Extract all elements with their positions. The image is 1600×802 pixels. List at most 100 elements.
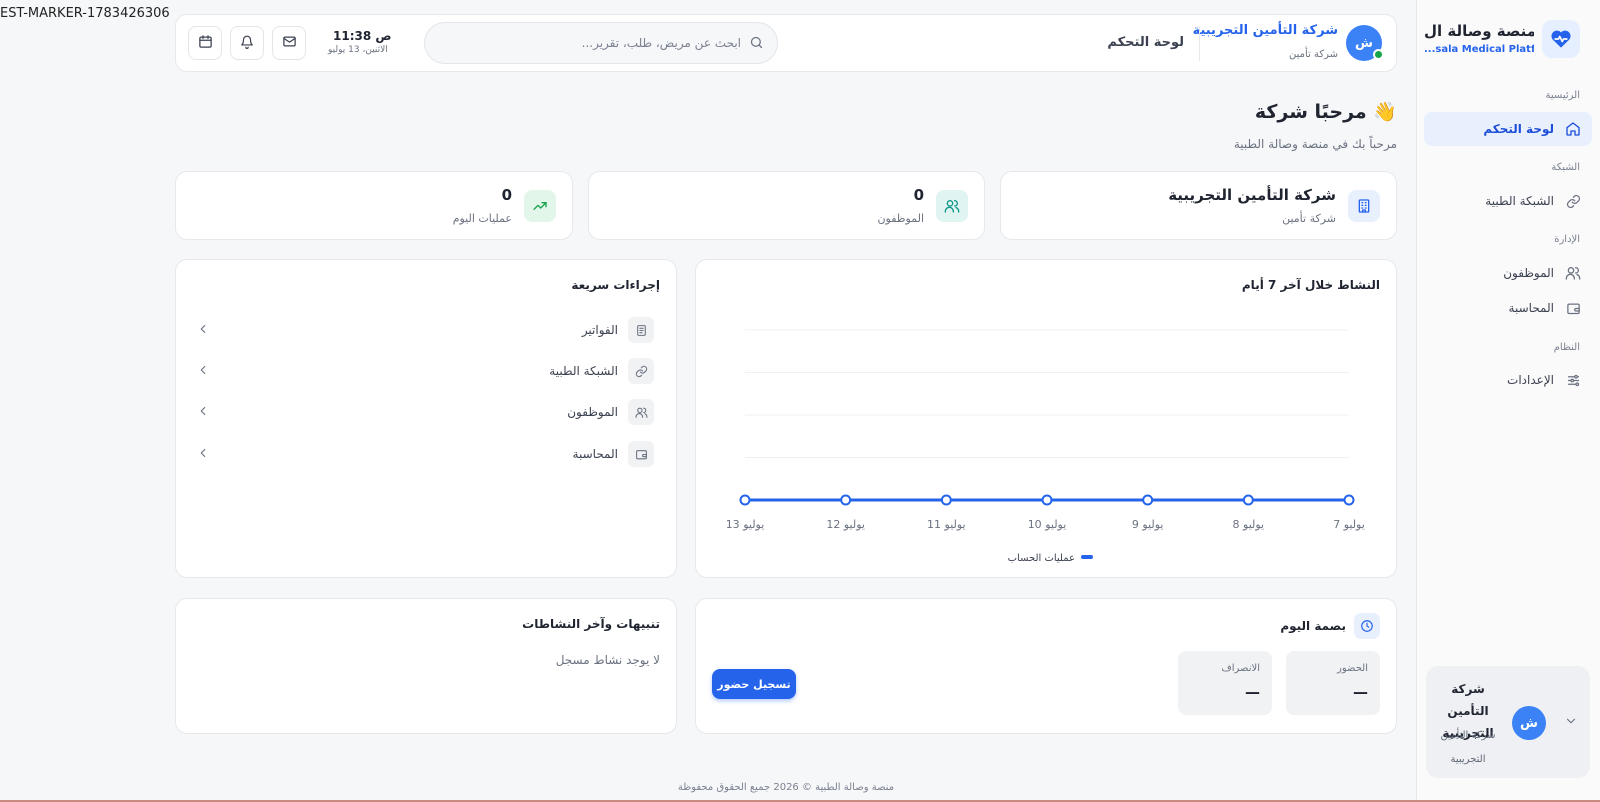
quick-action-label: المحاسبة [572, 447, 618, 461]
sidebar-item-label: الموظفون [1503, 266, 1554, 280]
brand-name: منصة وصالة ال... [1424, 22, 1534, 40]
online-status-dot [1373, 49, 1384, 60]
sidebar-item-label: الشبكة الطبية [1485, 194, 1554, 208]
stat-value: شركة التأمين التجريبية [1168, 186, 1336, 204]
sidebar-item-medical-network[interactable]: الشبكة الطبية [1424, 184, 1592, 218]
notifications-button[interactable] [230, 26, 264, 60]
chevron-left-icon [196, 322, 212, 338]
check-out-box: الانصراف — [1178, 651, 1272, 715]
notifications-card: تنبيهات وآخر النشاطات لا يوجد نشاط مسجل [175, 598, 677, 734]
stat-value: 0 [913, 186, 924, 204]
top-header: ش شركة التأمين التجريبية شركة تأمين لوحة… [175, 14, 1397, 72]
quick-action-medical-network[interactable]: الشبكة الطبية [196, 357, 654, 385]
nav-section-home: الرئيسية [1545, 90, 1580, 101]
x-tick-label: 7 يوليو [1333, 518, 1365, 531]
header-company-name: شركة التأمين التجريبية [1192, 23, 1338, 38]
mail-icon [282, 34, 297, 52]
sidebar-item-label: المحاسبة [1508, 301, 1554, 315]
home-icon [1564, 120, 1582, 138]
link-icon [1564, 192, 1582, 210]
check-in-label: الحضور [1337, 663, 1368, 674]
search-input[interactable] [441, 36, 741, 50]
stat-label: الموظفون [877, 212, 924, 225]
quick-action-label: الموظفون [567, 405, 618, 419]
chevron-left-icon [196, 446, 212, 462]
wallet-icon [1564, 299, 1582, 317]
user-role: شركة التأمين التجريبية [1440, 730, 1496, 765]
clock-icon [1354, 613, 1380, 639]
notifications-title: تنبيهات وآخر النشاطات [522, 617, 660, 631]
welcome-subtitle: مرحباً بك في منصة وصالة الطبية [1233, 137, 1397, 151]
check-out-label: الانصراف [1221, 663, 1260, 674]
attendance-title: بصمة اليوم [1280, 619, 1346, 633]
clock-time: 11:38 ص [333, 29, 392, 43]
check-in-value: — [1353, 683, 1368, 701]
sidebar-item-accounting[interactable]: المحاسبة [1424, 291, 1592, 325]
x-tick-label: 9 يوليو [1132, 518, 1164, 531]
data-point [739, 494, 751, 506]
chevron-down-icon[interactable] [1564, 714, 1580, 730]
user-card[interactable]: ش شركة التأمين التجريبية شركة التأمين ال… [1426, 666, 1590, 778]
quick-action-invoices[interactable]: الفواتير [196, 316, 654, 344]
building-icon [1348, 190, 1380, 222]
document-icon [628, 317, 654, 343]
header-divider [1199, 27, 1200, 61]
activity-chart-card: النشاط خلال آخر 7 أيام 7 يوليو 8 يوليو 9 ي… [695, 259, 1397, 578]
search-bar[interactable] [424, 22, 778, 64]
quick-action-accounting[interactable]: المحاسبة [196, 440, 654, 468]
check-in-box: الحضور — [1286, 651, 1380, 715]
users-icon [936, 190, 968, 222]
activity-line-chart: 7 يوليو 8 يوليو 9 يوليو 10 يوليو 11 يوليو 12 … [726, 329, 1365, 564]
test-marker: EST-MARKER-1783426306 [0, 6, 170, 21]
quick-actions-title: إجراءات سريعة [571, 278, 660, 292]
x-tick-label: 10 يوليو [1028, 518, 1067, 531]
wallet-icon [628, 441, 654, 467]
x-tick-label: 13 يوليو [726, 518, 765, 531]
footer-copyright: منصة وصالة الطبية © 2026 جميع الحقوق محف… [677, 782, 895, 793]
sidebar-item-label: لوحة التحكم [1483, 122, 1554, 136]
notifications-empty-text: لا يوجد نشاط مسجل [555, 653, 660, 667]
sidebar-item-dashboard[interactable]: لوحة التحكم [1424, 112, 1592, 146]
page-title: لوحة التحكم [1107, 35, 1184, 50]
attendance-card: بصمة اليوم الحضور — الانصراف — تسجيل حضو… [695, 598, 1397, 734]
heart-pulse-icon [1542, 20, 1580, 58]
calendar-button[interactable] [188, 26, 222, 60]
chevron-left-icon [196, 404, 212, 420]
users-icon [628, 399, 654, 425]
stat-card-company: شركة التأمين التجريبية شركة تأمين [1000, 171, 1397, 240]
legend-swatch [1081, 555, 1093, 559]
data-point [840, 494, 852, 506]
bell-icon [240, 35, 254, 52]
stat-value: 0 [501, 186, 512, 204]
quick-actions-card: إجراءات سريعة الفواتير الشبكة الطبية الم… [175, 259, 677, 578]
check-in-button[interactable]: تسجيل حضور [712, 669, 796, 699]
brand-subtitle: ...sala Medical Platform [1424, 44, 1534, 55]
nav-section-management: الإدارة [1554, 234, 1580, 245]
sliders-icon [1564, 371, 1582, 389]
welcome-title: مرحبًا شركة 👋 [1255, 100, 1397, 123]
x-tick-label: 11 يوليو [927, 518, 966, 531]
waving-hand-icon: 👋 [1373, 101, 1397, 123]
quick-action-label: الفواتير [581, 323, 618, 337]
welcome-title-text: مرحبًا شركة [1254, 101, 1367, 123]
quick-action-label: الشبكة الطبية [549, 364, 618, 378]
quick-action-employees[interactable]: الموظفون [196, 398, 654, 426]
stat-card-today-operations: 0 عمليات اليوم [175, 171, 573, 240]
chevron-left-icon [196, 363, 212, 379]
check-out-value: — [1245, 683, 1260, 701]
calendar-icon [198, 34, 213, 52]
brand[interactable]: منصة وصالة ال... ...sala Medical Platfor… [1420, 20, 1590, 64]
trending-up-icon [524, 190, 556, 222]
clock-date: الاثنين، 13 يوليو [328, 45, 388, 55]
avatar: ش [1512, 706, 1546, 740]
legend-label: عمليات الحساب [1008, 553, 1075, 564]
messages-button[interactable] [272, 26, 306, 60]
data-point [1142, 494, 1154, 506]
stat-label: شركة تأمين [1282, 212, 1336, 225]
sidebar-item-settings[interactable]: الإعدادات [1424, 363, 1592, 397]
search-icon [749, 35, 765, 51]
sidebar-item-label: الإعدادات [1507, 373, 1554, 387]
stat-card-employees: 0 الموظفون [588, 171, 985, 240]
link-icon [628, 358, 654, 384]
sidebar-item-employees[interactable]: الموظفون [1424, 256, 1592, 290]
